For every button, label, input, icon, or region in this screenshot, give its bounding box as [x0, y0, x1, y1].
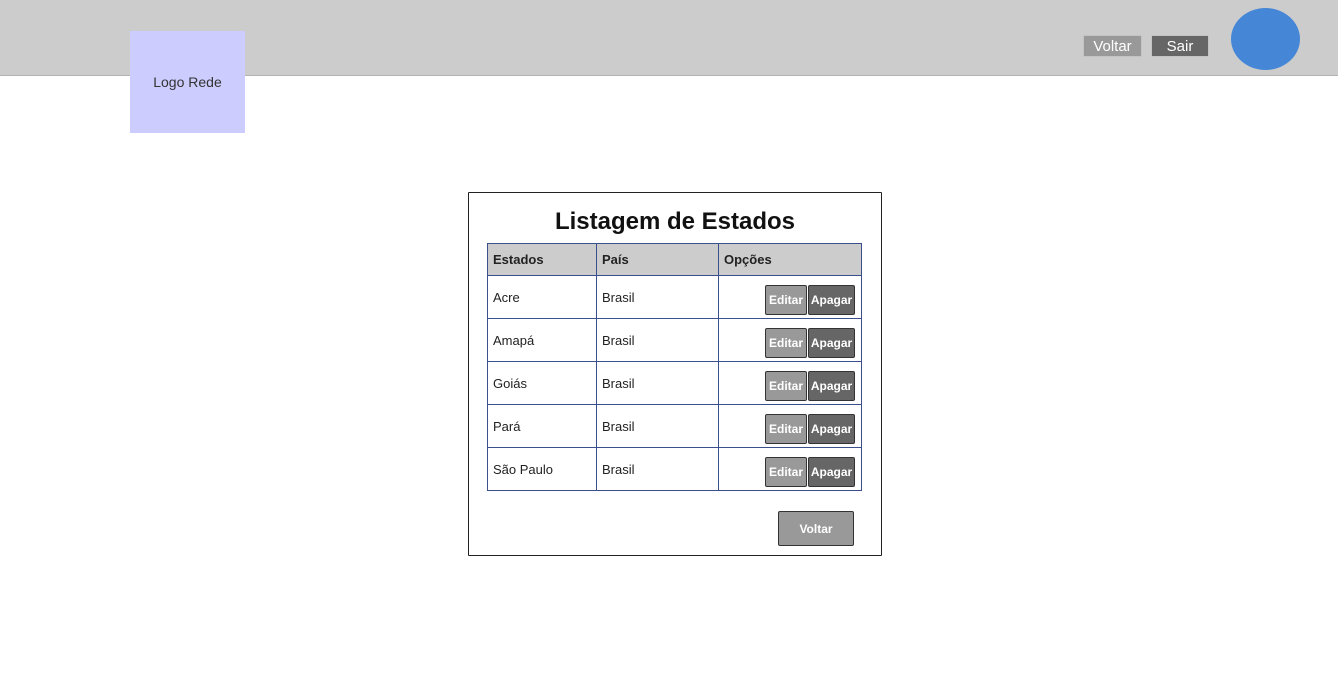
delete-button[interactable]: Apagar — [808, 457, 855, 487]
logo-placeholder: Logo Rede — [130, 31, 245, 133]
user-avatar[interactable] — [1231, 8, 1300, 70]
table-row: São Paulo Brasil Editar Apagar — [487, 447, 862, 491]
options-cell: Editar Apagar — [718, 361, 862, 405]
column-header-opcoes: Opções — [718, 243, 862, 276]
options-cell: Editar Apagar — [718, 275, 862, 319]
options-cell: Editar Apagar — [718, 318, 862, 362]
delete-button[interactable]: Apagar — [808, 414, 855, 444]
state-name-cell: Pará — [487, 404, 597, 448]
edit-button[interactable]: Editar — [765, 371, 807, 401]
page-title: Listagem de Estados — [554, 208, 796, 235]
table-header-row: Estados País Opções — [487, 243, 862, 276]
states-panel: Listagem de Estados Estados País Opções … — [468, 192, 882, 556]
edit-button[interactable]: Editar — [765, 457, 807, 487]
options-cell: Editar Apagar — [718, 447, 862, 491]
delete-button[interactable]: Apagar — [808, 371, 855, 401]
table-row: Pará Brasil Editar Apagar — [487, 404, 862, 448]
country-cell: Brasil — [596, 447, 719, 491]
state-name-cell: Amapá — [487, 318, 597, 362]
edit-button[interactable]: Editar — [765, 285, 807, 315]
country-cell: Brasil — [596, 275, 719, 319]
back-button[interactable]: Voltar — [778, 511, 854, 546]
edit-button[interactable]: Editar — [765, 328, 807, 358]
country-cell: Brasil — [596, 404, 719, 448]
table-row: Goiás Brasil Editar Apagar — [487, 361, 862, 405]
state-name-cell: São Paulo — [487, 447, 597, 491]
header-exit-button[interactable]: Sair — [1151, 35, 1209, 57]
column-header-estados: Estados — [487, 243, 597, 276]
country-cell: Brasil — [596, 361, 719, 405]
states-table: Estados País Opções Acre Brasil Editar Ap… — [487, 243, 862, 491]
header-back-button[interactable]: Voltar — [1083, 35, 1142, 57]
table-row: Acre Brasil Editar Apagar — [487, 275, 862, 319]
delete-button[interactable]: Apagar — [808, 328, 855, 358]
country-cell: Brasil — [596, 318, 719, 362]
table-row: Amapá Brasil Editar Apagar — [487, 318, 862, 362]
options-cell: Editar Apagar — [718, 404, 862, 448]
delete-button[interactable]: Apagar — [808, 285, 855, 315]
column-header-pais: País — [596, 243, 719, 276]
state-name-cell: Goiás — [487, 361, 597, 405]
logo-label: Logo Rede — [153, 74, 222, 90]
state-name-cell: Acre — [487, 275, 597, 319]
edit-button[interactable]: Editar — [765, 414, 807, 444]
